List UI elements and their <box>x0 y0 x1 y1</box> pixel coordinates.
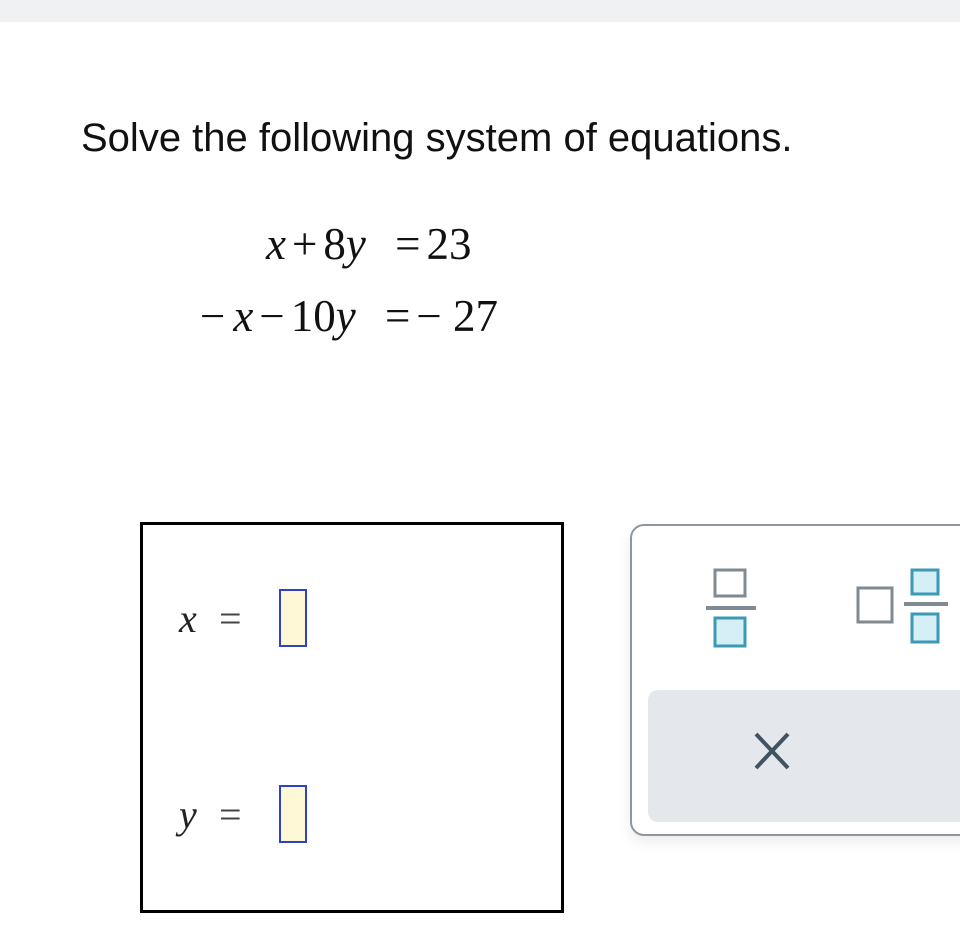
answer-box: x = y = <box>140 522 564 913</box>
clear-x-icon <box>754 732 790 770</box>
answer-x-equals: = <box>219 596 242 641</box>
answer-row-y: y = <box>179 785 307 843</box>
mixed-number-button[interactable] <box>856 568 956 650</box>
eq2-coef: 10 <box>290 291 336 341</box>
equation-1: x +8y = 23 <box>266 218 472 270</box>
eq1-equals: = <box>395 219 421 269</box>
top-bar <box>0 0 960 22</box>
fraction-icon <box>706 568 756 648</box>
clear-button[interactable] <box>750 726 796 776</box>
mixed-number-icon <box>856 568 948 644</box>
eq2-minus: − <box>259 291 285 341</box>
eq2-var-y: y <box>335 291 356 341</box>
eq2-var-x: x <box>233 291 254 341</box>
eq1-coef: 8 <box>323 219 346 269</box>
x-input[interactable] <box>279 589 307 647</box>
eq2-equals: = <box>385 291 411 341</box>
question-prompt: Solve the following system of equations. <box>81 116 793 160</box>
eq2-rhs: − 27 <box>416 291 499 341</box>
math-palette <box>630 524 960 836</box>
eq1-rhs: 23 <box>426 219 472 269</box>
eq1-var-y: y <box>345 219 366 269</box>
answer-row-x: x = <box>179 589 307 647</box>
eq2-neg: − <box>200 291 226 341</box>
equation-2: − x −10y = − 27 <box>200 290 498 342</box>
clear-area <box>648 690 960 822</box>
answer-y-label: y <box>179 792 197 837</box>
eq1-var-x: x <box>266 219 286 269</box>
eq1-plus: + <box>291 219 318 269</box>
answer-y-equals: = <box>219 792 242 837</box>
y-input[interactable] <box>279 785 307 843</box>
answer-x-label: x <box>179 596 197 641</box>
fraction-button[interactable] <box>704 568 758 650</box>
